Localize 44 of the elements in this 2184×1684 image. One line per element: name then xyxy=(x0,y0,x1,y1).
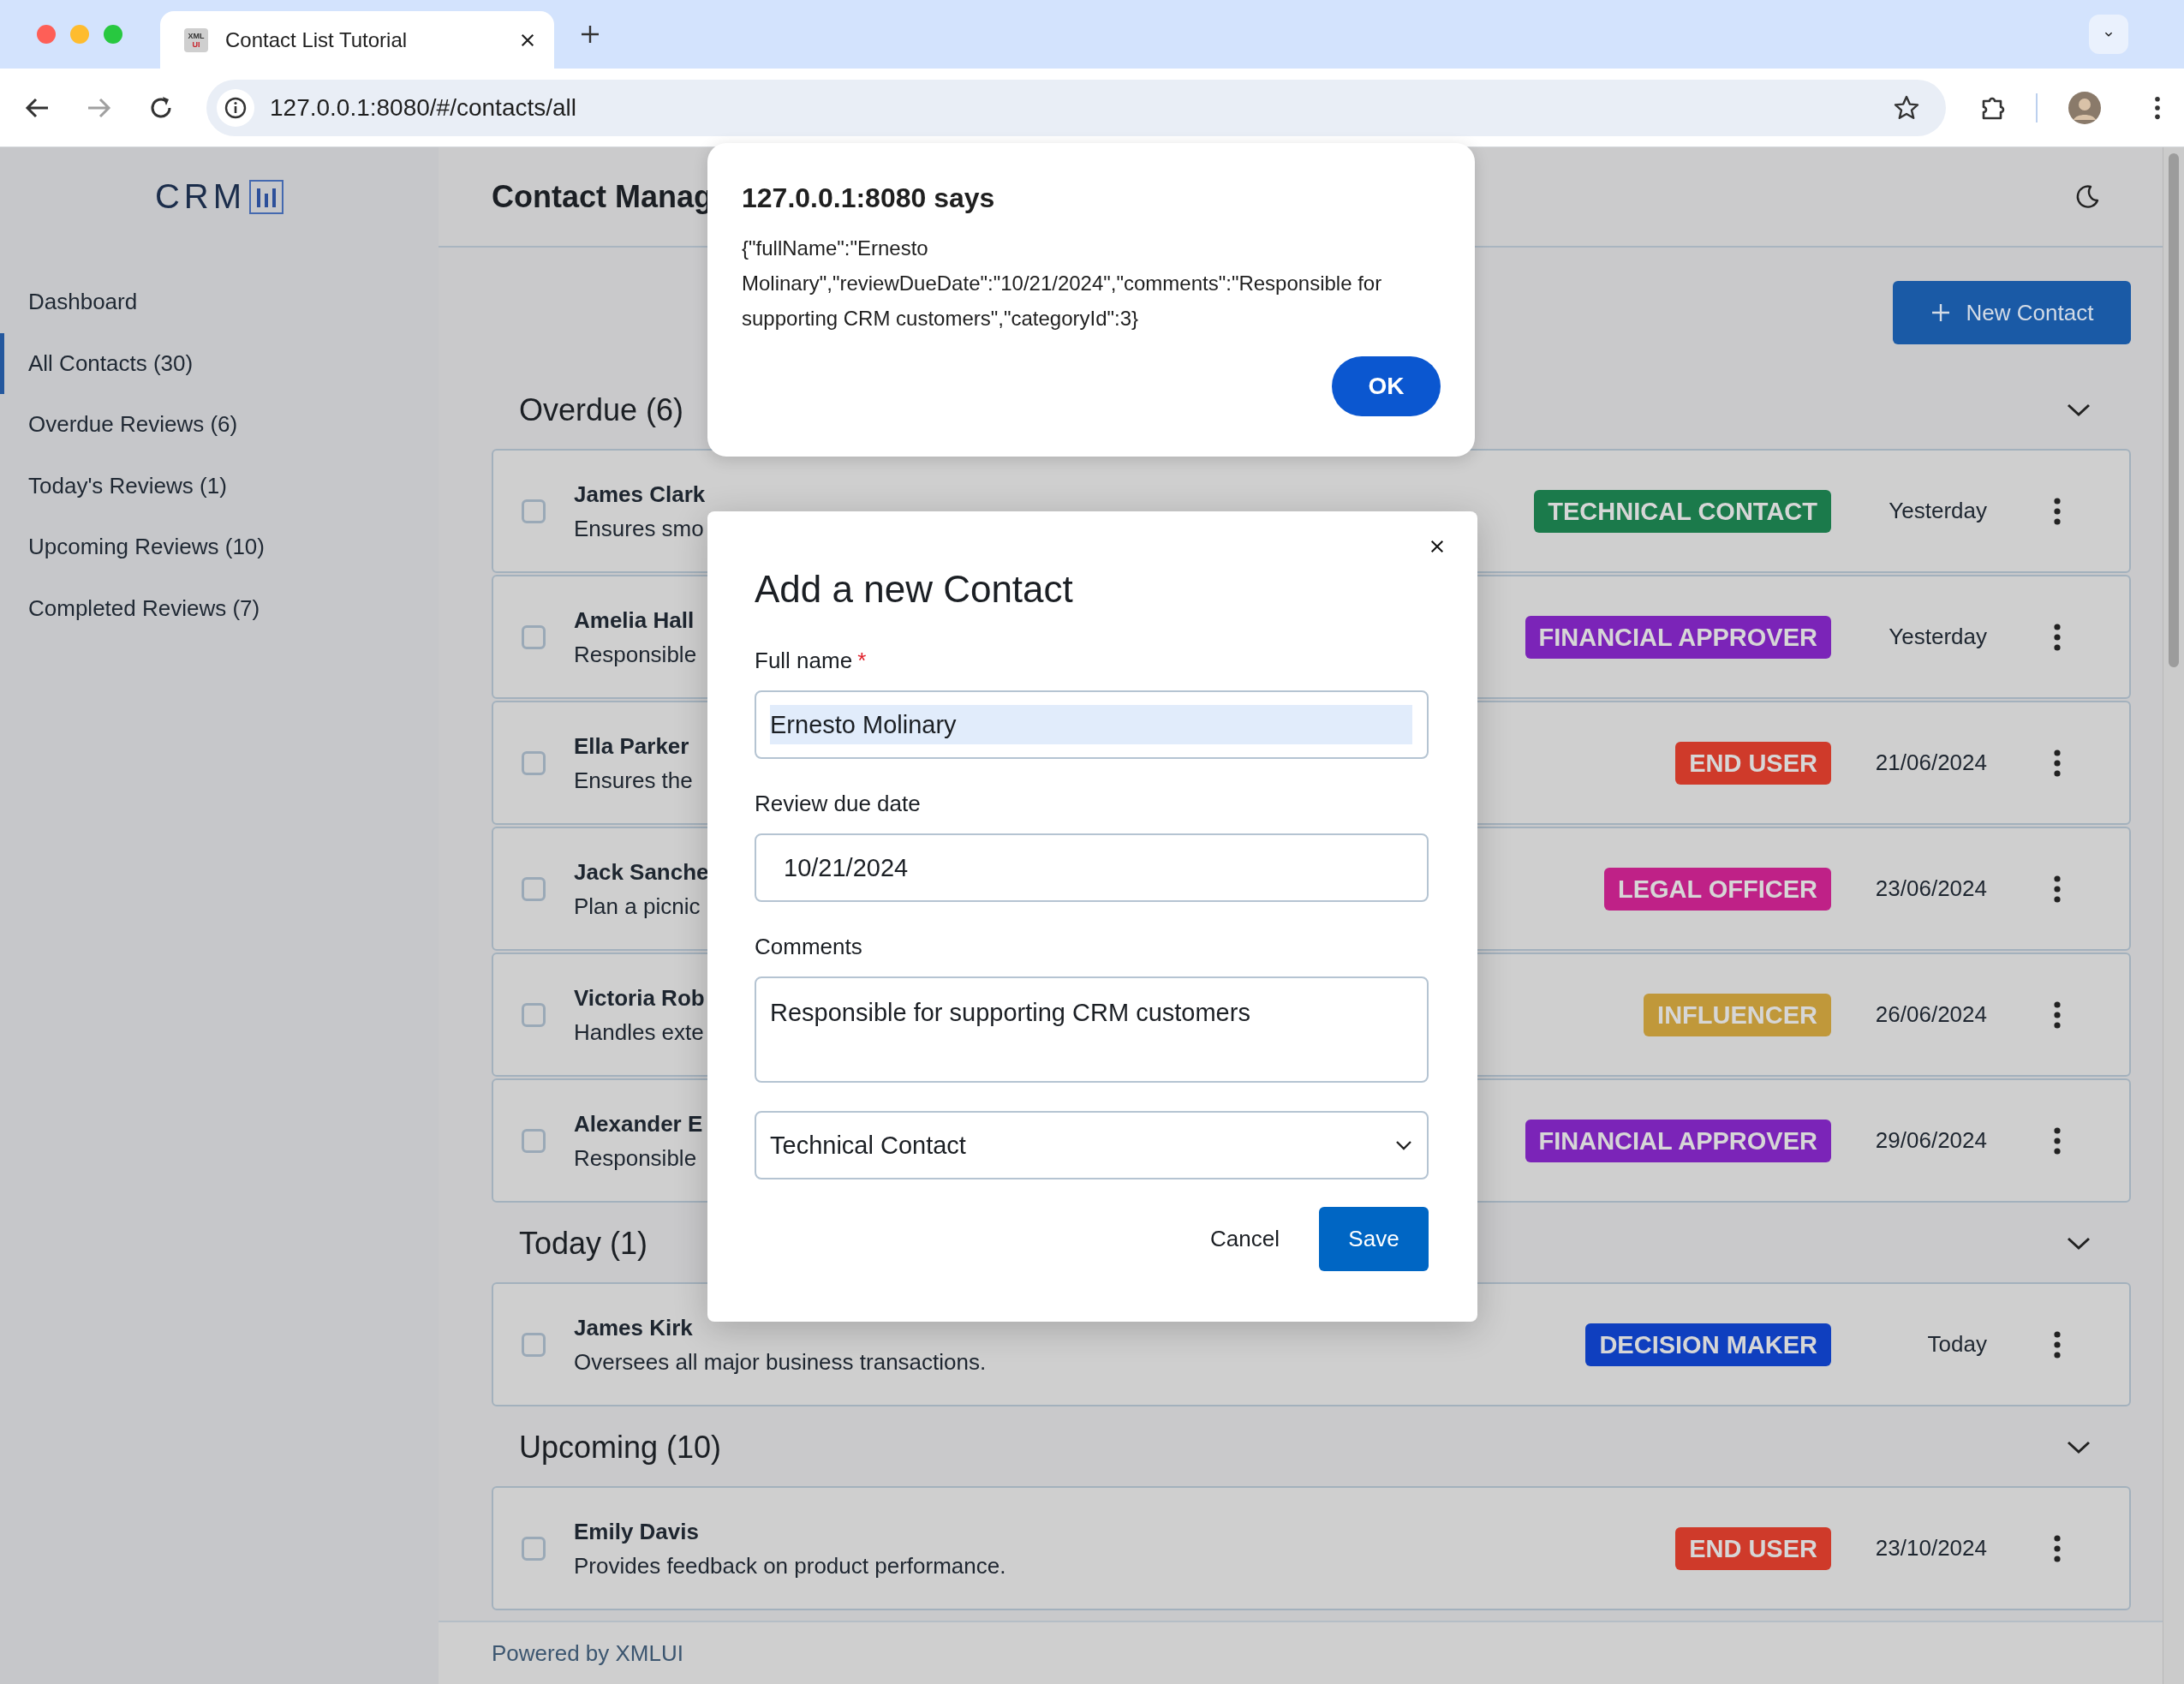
contact-name: James Clark xyxy=(574,480,706,509)
contact-description: Responsible xyxy=(574,1144,697,1173)
due-date: 26/06/2024 xyxy=(1874,1001,1987,1028)
category-tag: DECISION MAKER xyxy=(1585,1323,1831,1366)
due-date: 23/06/2024 xyxy=(1874,875,1987,902)
contact-name: Victoria Rob xyxy=(574,983,705,1012)
contact-description: Plan a picnic xyxy=(574,892,701,921)
due-date: 23/10/2024 xyxy=(1874,1535,1987,1562)
field-label: Comments xyxy=(755,933,862,961)
due-date: Yesterday xyxy=(1888,498,1987,524)
field-label: Full name xyxy=(755,647,853,675)
category-tag: FINANCIAL APPROVER xyxy=(1525,1119,1831,1162)
contact-description: Provides feedback on product performance. xyxy=(574,1551,1006,1580)
contact-name: Emily Davis xyxy=(574,1517,699,1546)
section-title: Today (1) xyxy=(519,1225,648,1262)
alert-title: 127.0.0.1:8080 says xyxy=(742,182,996,215)
category-tag: END USER xyxy=(1675,741,1831,785)
field-label: Review due date xyxy=(755,790,921,818)
contact-description: Handles exte xyxy=(574,1018,704,1047)
section-title: Upcoming (10) xyxy=(519,1429,722,1466)
due-date: Yesterday xyxy=(1888,624,1987,650)
logo-text: CRM xyxy=(154,177,247,216)
favicon: XML UI xyxy=(184,27,208,52)
category-tag: FINANCIAL APPROVER xyxy=(1525,615,1831,659)
footer-text: Powered by XMLUI xyxy=(492,1639,683,1667)
category-tag: LEGAL OFFICER xyxy=(1603,867,1831,911)
category-tag: END USER xyxy=(1675,1526,1831,1570)
due-date: 29/06/2024 xyxy=(1874,1127,1987,1154)
category-tag: TECHNICAL CONTACT xyxy=(1534,489,1831,533)
contact-description: Ensures smo xyxy=(574,514,704,543)
contact-name: Alexander E xyxy=(574,1109,703,1138)
contact-description: Responsible xyxy=(574,640,697,669)
contact-description: Oversees all major business transactions. xyxy=(574,1347,987,1376)
contact-description: Ensures the xyxy=(574,766,693,795)
contact-name: James Kirk xyxy=(574,1313,693,1342)
due-date: Today xyxy=(1926,1331,1987,1358)
alert-message: {"fullName":"Ernesto Molinary","reviewDueDate":"10/21/2024","comments":"Responsible for supporting CRM customers","categoryId":3} xyxy=(742,236,1383,331)
category-tag: INFLUENCER xyxy=(1644,993,1831,1036)
due-date: 21/06/2024 xyxy=(1874,749,1987,776)
section-title: Overdue (6) xyxy=(519,391,684,428)
contact-name: Ella Parker xyxy=(574,732,689,761)
contact-name: Amelia Hall xyxy=(574,606,695,635)
required-mark: * xyxy=(857,647,867,675)
contact-name: Jack Sanche xyxy=(574,857,709,887)
